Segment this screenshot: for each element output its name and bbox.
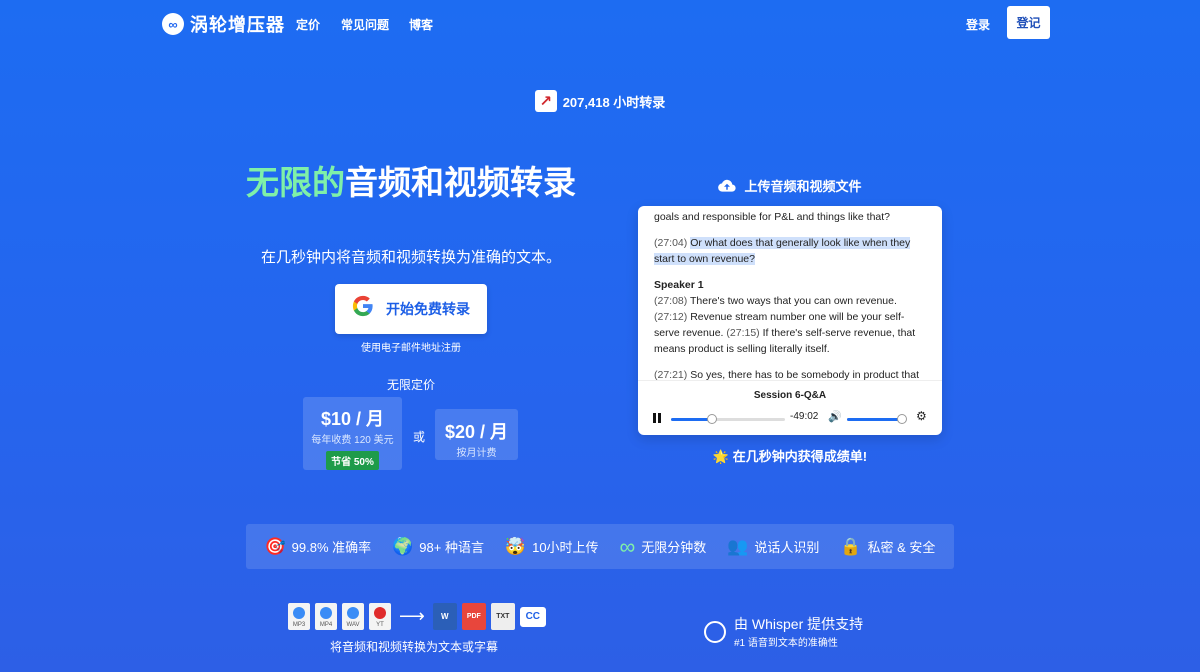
hours-transcribed: ↗ 207,418 小时转录 xyxy=(0,90,1200,112)
upload-heading[interactable]: 上传音频和视频文件 xyxy=(638,176,942,195)
result-text: 在几秒钟内获得成绩单! xyxy=(732,449,868,464)
whisper-badge: 由 Whisper 提供支持 #1 语音到文本的准确性 xyxy=(704,614,863,649)
or-separator: 或 xyxy=(413,430,426,444)
monthly-plan-card[interactable]: $20 / 月 按月计费 xyxy=(435,409,518,460)
lock-icon: 🔒 xyxy=(840,537,862,556)
feature-label: 10小时上传 xyxy=(532,540,599,555)
mp4-file-icon: MP4 xyxy=(315,603,337,630)
logo-text: 涡轮增压器 xyxy=(190,15,285,35)
features-strip: 🎯 99.8% 准确率 🌍 98+ 种语言 🤯 10小时上传 ∞ 无限分钟数 👥 说话人识… xyxy=(246,524,954,569)
hero-title: 无限的音频和视频转录 xyxy=(240,163,582,202)
mind-blown-icon: 🤯 xyxy=(504,537,527,556)
signup-button[interactable]: 登记 xyxy=(1007,6,1050,39)
volume-fill xyxy=(847,418,903,421)
yearly-plan-card[interactable]: $10 / 月 每年收费 120 美元 节省 50% xyxy=(303,397,402,470)
nav-link-pricing[interactable]: 定价 xyxy=(296,16,320,33)
yearly-price: $10 / 月 xyxy=(320,409,385,429)
hero-title-accent: 无限的 xyxy=(246,164,345,201)
monthly-note: 按月计费 xyxy=(456,448,497,459)
timestamp[interactable]: (27:04) xyxy=(654,237,687,249)
result-tagline: 🌟 在几秒钟内获得成绩单! xyxy=(712,449,868,464)
gear-icon[interactable]: ⚙ xyxy=(916,409,927,423)
whisper-subtitle: #1 语音到文本的准确性 xyxy=(734,638,838,649)
feature-languages: 🌍 98+ 种语言 xyxy=(392,537,484,556)
txt-doc-icon: TXT xyxy=(490,603,515,630)
feature-upload: 🤯 10小时上传 xyxy=(505,537,599,556)
timestamp[interactable]: (27:12) xyxy=(654,311,687,323)
chart-increasing-icon: ↗ xyxy=(534,90,557,112)
savings-badge: 节省 50% xyxy=(326,451,379,470)
whisper-title: 由 Whisper 提供支持 xyxy=(734,616,864,632)
mp3-file-icon: MP3 xyxy=(288,603,310,630)
google-signup-button[interactable]: 开始免费转录 xyxy=(335,284,487,334)
youtube-file-icon: YT xyxy=(369,603,391,630)
transcript-card: goals and responsible for P&L and things… xyxy=(638,206,942,435)
pricing-label: 无限定价 xyxy=(386,378,435,392)
speakers-icon: 👥 xyxy=(727,537,749,556)
volume-handle[interactable] xyxy=(897,414,908,424)
feature-label: 私密 & 安全 xyxy=(867,540,936,555)
session-title: Session 6-Q&A xyxy=(753,390,827,401)
feature-label: 说话人识别 xyxy=(754,540,820,555)
yearly-note: 每年收费 120 美元 xyxy=(311,435,394,446)
upload-heading-text: 上传音频和视频文件 xyxy=(744,179,862,194)
timestamp[interactable]: (27:08) xyxy=(654,295,687,307)
pdf-doc-icon: PDF xyxy=(461,603,486,630)
globe-icon: 🌍 xyxy=(392,537,414,556)
target-icon: 🎯 xyxy=(264,537,286,556)
volume-icon[interactable]: 🔊 xyxy=(828,410,842,423)
transcript-text[interactable]: goals and responsible for P&L and things… xyxy=(654,209,922,381)
captions-icon: CC xyxy=(519,606,546,627)
transcript-answer: Speaker 1 (27:08) There's two ways that … xyxy=(654,277,922,357)
logo[interactable]: ∞ 涡轮增压器 xyxy=(162,11,285,37)
transcript-segment: There's two ways that you can own revenu… xyxy=(690,295,897,307)
infinity-icon: ∞ xyxy=(619,533,636,559)
audio-player: Session 6-Q&A -49:02 🔊 ⚙ xyxy=(638,380,942,435)
infinity-logo-icon: ∞ xyxy=(162,13,184,35)
openai-logo-icon xyxy=(704,620,726,643)
feature-privacy: 🔒 私密 & 安全 xyxy=(840,537,935,556)
speaker-label: Speaker 1 xyxy=(654,279,704,291)
feature-speakers: 👥 说话人识别 xyxy=(727,537,819,556)
highlighted-text: Or what does that generally look like wh… xyxy=(654,237,911,265)
hours-text: 207,418 小时转录 xyxy=(562,94,666,110)
feature-label: 98+ 种语言 xyxy=(419,540,484,555)
arrow-right-icon: ⟶ xyxy=(399,606,425,626)
progress-fill xyxy=(671,418,713,421)
google-icon xyxy=(352,295,374,323)
feature-unlimited: ∞ 无限分钟数 xyxy=(619,533,707,559)
email-signup-link[interactable]: 使用电子邮件地址注册 xyxy=(335,339,487,354)
feature-label: 99.8% 准确率 xyxy=(291,540,372,555)
monthly-price: $20 / 月 xyxy=(444,422,509,442)
wav-file-icon: WAV xyxy=(342,603,364,630)
hero-title-rest: 音频和视频转录 xyxy=(345,164,576,201)
format-conversion: MP3 MP4 WAV YT ⟶ W PDF TXT CC xyxy=(288,603,546,630)
feature-label: 无限分钟数 xyxy=(641,540,707,555)
cloud-upload-icon xyxy=(718,179,737,192)
pause-icon[interactable] xyxy=(653,413,663,423)
format-conversion-label: 将音频和视频转换为文本或字幕 xyxy=(329,640,498,654)
time-remaining: -49:02 xyxy=(790,411,819,422)
word-doc-icon: W xyxy=(432,603,457,630)
google-signup-label: 开始免费转录 xyxy=(386,301,470,317)
feature-accuracy: 🎯 99.8% 准确率 xyxy=(264,537,371,556)
transcript-question: (27:04) Or what does that generally look… xyxy=(654,235,922,267)
nav-link-faq[interactable]: 常见问题 xyxy=(341,16,389,33)
login-link[interactable]: 登录 xyxy=(966,16,990,33)
progress-handle[interactable] xyxy=(707,414,718,424)
transcript-line: (27:21) So yes, there has to be somebody… xyxy=(654,367,922,381)
timestamp[interactable]: (27:15) xyxy=(726,327,759,339)
transcript-line: goals and responsible for P&L and things… xyxy=(654,211,891,223)
hero-subtitle: 在几秒钟内将音频和视频转换为准确的文本。 xyxy=(260,249,561,266)
nav-link-blog[interactable]: 博客 xyxy=(409,16,433,33)
